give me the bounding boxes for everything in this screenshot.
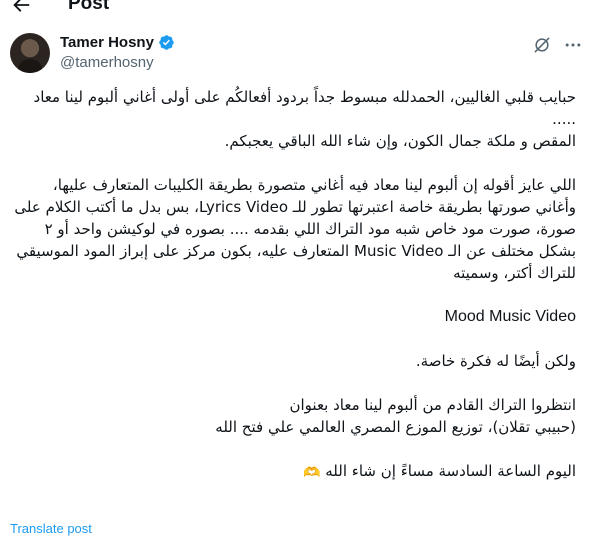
heart-hands-emoji-icon: 🫶 (303, 465, 321, 481)
page-title: Post (68, 0, 110, 14)
author-row: Tamer Hosny @tamerhosny (10, 33, 583, 73)
author-handle[interactable]: @tamerhosny (60, 54, 154, 71)
grok-icon[interactable] (532, 35, 552, 55)
tweet-paragraph-2: اللي عايز أقوله إن ألبوم لينا معاد فيه أ… (14, 176, 576, 282)
tweet-paragraph-5: انتظروا التراك القادم من ألبوم لينا معاد… (215, 396, 576, 436)
tweet-paragraph-4: ولكن أيضًا له فكرة خاصة. (415, 352, 576, 370)
top-bar: Post (0, 0, 590, 20)
author-display-name[interactable]: Tamer Hosny (60, 34, 154, 51)
avatar[interactable] (10, 33, 50, 73)
tweet-paragraph-3: Mood Music Video (444, 308, 576, 325)
verified-badge-icon[interactable] (158, 34, 175, 51)
tweet-paragraph-1: حبايب قلبي الغاليين، الحمدلله مبسوط جداً… (33, 88, 576, 150)
translate-post-link[interactable]: Translate post (10, 521, 92, 536)
more-horizontal-icon[interactable] (563, 35, 583, 55)
tweet-paragraph-6-text: اليوم الساعة السادسة مساءً إن شاء الله (325, 462, 576, 480)
tweet-paragraph-6: اليوم الساعة السادسة مساءً إن شاء الله 🫶 (10, 460, 576, 484)
tweet-text: حبايب قلبي الغاليين، الحمدلله مبسوط جداً… (10, 86, 576, 484)
author-name-row: Tamer Hosny (60, 34, 175, 51)
arrow-left-icon[interactable] (10, 0, 32, 16)
